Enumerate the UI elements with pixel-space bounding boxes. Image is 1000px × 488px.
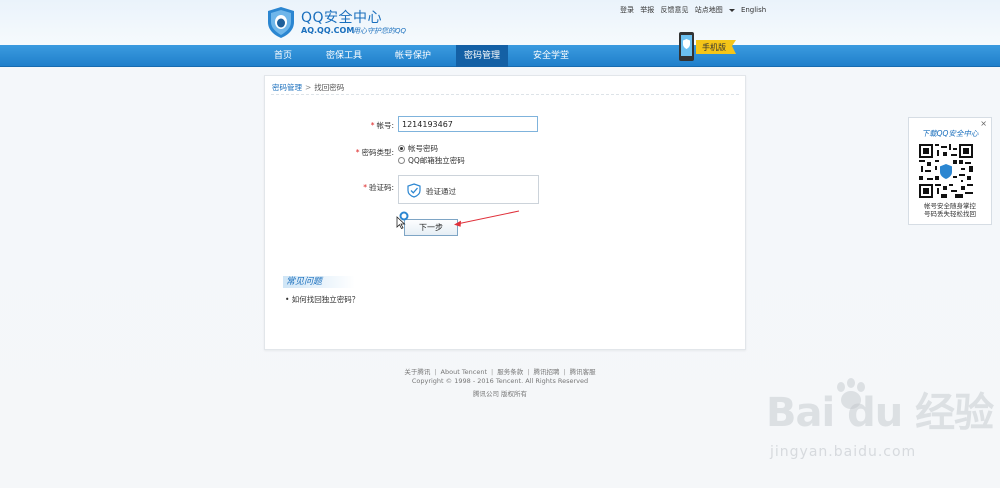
annotation-arrow-line bbox=[456, 210, 520, 225]
english-link[interactable]: English bbox=[741, 6, 766, 14]
account-input[interactable] bbox=[398, 116, 538, 132]
qq-shield-logo-icon[interactable] bbox=[266, 6, 296, 39]
close-icon[interactable]: × bbox=[980, 119, 987, 128]
radio-account-password[interactable]: 帐号密码 bbox=[398, 143, 438, 154]
footer-separator: | bbox=[527, 368, 530, 376]
login-link[interactable]: 登录 bbox=[620, 6, 634, 14]
sitemap-label: 站点地图 bbox=[694, 6, 723, 14]
watermark-url: jingyan.baidu.com bbox=[770, 444, 917, 460]
radio-label: QQ邮箱独立密码 bbox=[408, 156, 465, 165]
feedback-link[interactable]: 反馈意见 bbox=[660, 6, 688, 14]
qr-download-widget: × 下载QQ安全中心 帐号安全随身掌控 号码丢失轻松找回 bbox=[908, 117, 992, 225]
breadcrumb-separator: > bbox=[305, 83, 312, 92]
captcha-label-text: 验证码: bbox=[368, 183, 394, 192]
chevron-down-icon bbox=[728, 8, 735, 12]
footer-links: 关于腾讯 | About Tencent | 服务条款 | 腾讯招聘 | 腾讯客服 bbox=[0, 366, 1000, 376]
password-type-label-text: 密码类型: bbox=[361, 148, 394, 157]
account-label: * 帐号: bbox=[334, 120, 394, 131]
shield-check-icon bbox=[407, 183, 421, 198]
nav-item-password-management[interactable]: 密码管理 bbox=[456, 45, 508, 67]
next-step-button[interactable]: 下一步 bbox=[404, 219, 458, 236]
radio-label: 帐号密码 bbox=[408, 144, 438, 153]
account-label-text: 帐号: bbox=[376, 121, 394, 130]
required-mark: * bbox=[363, 183, 367, 192]
mobile-promo-badge[interactable]: 手机版 bbox=[672, 30, 738, 64]
sitemap-link[interactable]: 站点地图 bbox=[695, 6, 735, 14]
retrieve-password-panel: 密码管理>找回密码 *帐号: *密码类型: 帐号密码 QQ邮箱独立密码 *验证码… bbox=[264, 75, 746, 350]
nav-item-security-tools[interactable]: 密保工具 bbox=[318, 45, 370, 67]
footer-link-careers[interactable]: 腾讯招聘 bbox=[533, 368, 559, 376]
footer-separator: | bbox=[434, 368, 437, 376]
report-link[interactable]: 举报 bbox=[640, 6, 654, 14]
faq-item-retrieve-independent-password[interactable]: • 如何找回独立密码？ bbox=[285, 294, 359, 305]
breadcrumb-divider bbox=[271, 94, 739, 95]
footer-link-about-tencent[interactable]: About Tencent bbox=[441, 368, 488, 376]
nav-item-home[interactable]: 首页 bbox=[262, 45, 304, 67]
main-nav: 首页 密保工具 帐号保护 密码管理 安全学堂 bbox=[0, 45, 1000, 67]
nav-item-account-protection[interactable]: 帐号保护 bbox=[386, 45, 440, 67]
captcha-status: 验证通过 bbox=[426, 187, 456, 196]
qr-code-icon[interactable] bbox=[919, 144, 973, 198]
faq-title: 常见问题 bbox=[283, 276, 355, 288]
footer-link-terms[interactable]: 服务条款 bbox=[497, 368, 523, 376]
required-mark: * bbox=[355, 148, 360, 157]
captcha-label: * 验证码: bbox=[334, 182, 394, 193]
footer-separator: | bbox=[563, 368, 566, 376]
breadcrumb-current: 找回密码 bbox=[314, 83, 345, 92]
radio-button-checked[interactable] bbox=[398, 145, 405, 152]
site-domain: AQ.QQ.COM bbox=[301, 26, 355, 35]
captcha-verified-box[interactable]: 验证通过 bbox=[398, 175, 539, 204]
baidu-jingyan-watermark: Bai du 经验 jingyan.baidu.com bbox=[766, 378, 996, 472]
nav-item-security-school[interactable]: 安全学堂 bbox=[524, 45, 578, 67]
radio-button[interactable] bbox=[398, 157, 405, 164]
radio-qqmail-password[interactable]: QQ邮箱独立密码 bbox=[398, 155, 465, 166]
footer-separator: | bbox=[491, 368, 494, 376]
qr-title: 下载QQ安全中心 bbox=[921, 129, 979, 138]
site-title[interactable]: QQ安全中心 bbox=[301, 7, 382, 27]
footer-link-about-tencent-cn[interactable]: 关于腾讯 bbox=[404, 368, 430, 376]
site-header: QQ安全中心 AQ.QQ.COM 用心守护您的QQ 登录 举报 反馈意见 站点地… bbox=[0, 0, 1000, 45]
qr-caption-line-1: 帐号安全随身掌控 bbox=[924, 202, 976, 210]
watermark-logo: Bai du 经验 bbox=[766, 390, 994, 436]
top-links: 登录 举报 反馈意见 站点地图 English bbox=[620, 5, 770, 15]
promo-label: 手机版 bbox=[702, 42, 726, 52]
breadcrumb-parent[interactable]: 密码管理 bbox=[272, 83, 302, 92]
password-type-label: * 密码类型: bbox=[334, 147, 394, 158]
paw-print-icon bbox=[837, 378, 865, 409]
qr-caption-line-2: 号码丢失轻松找回 bbox=[924, 210, 976, 218]
site-slogan: 用心守护您的QQ bbox=[353, 27, 407, 35]
footer-link-support[interactable]: 腾讯客服 bbox=[570, 368, 596, 376]
required-mark: * bbox=[370, 121, 375, 130]
breadcrumb: 密码管理 > 找回密码 bbox=[272, 82, 344, 93]
